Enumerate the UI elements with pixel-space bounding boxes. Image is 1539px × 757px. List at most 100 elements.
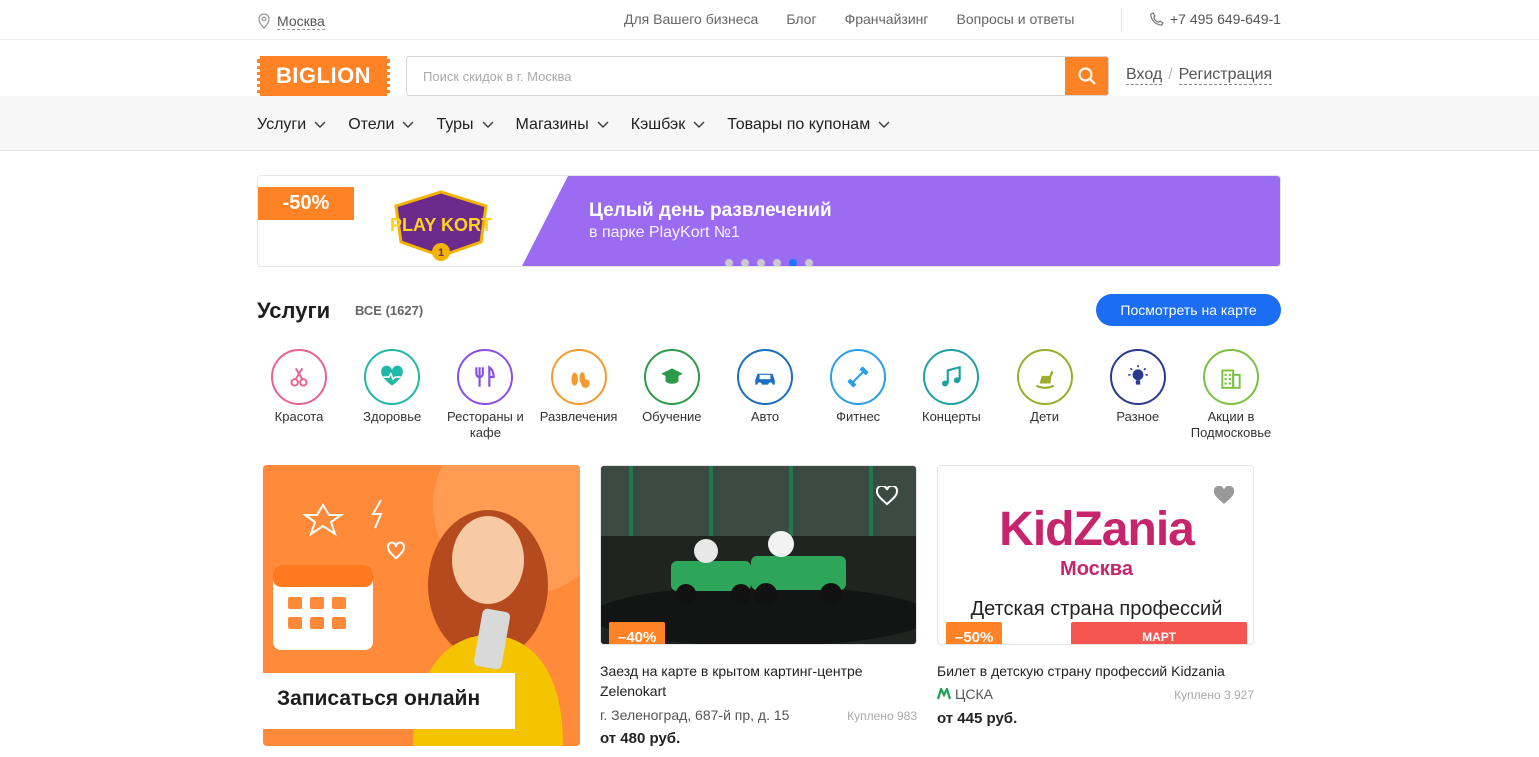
category-circle[interactable]	[1203, 349, 1259, 405]
deal-title[interactable]: Билет в детскую страну профессий Kidzani…	[937, 661, 1254, 681]
banner-subtitle: в парке PlayKort №1	[589, 224, 740, 241]
banner-dot[interactable]	[805, 259, 813, 266]
category-item[interactable]: Акции в Подмосковье	[1184, 349, 1278, 441]
top-link-faq[interactable]: Вопросы и ответы	[957, 11, 1075, 27]
top-link-franchise[interactable]: Франчайзинг	[845, 11, 929, 27]
banner-dot[interactable]	[725, 259, 733, 266]
category-label: Рестораны и кафе	[447, 409, 524, 440]
nav-item-hotels[interactable]: Отели	[348, 116, 414, 134]
category-item[interactable]: Концерты	[904, 349, 998, 425]
nav-item-cashback[interactable]: Кэшбэк	[631, 116, 705, 134]
category-circle[interactable]	[457, 349, 514, 405]
banner-discount-badge: -50%	[258, 187, 354, 220]
dumbbell-icon	[847, 366, 869, 388]
category-circle[interactable]	[364, 349, 421, 405]
nav-item-services[interactable]: Услуги	[257, 116, 326, 134]
category-item[interactable]: Развлечения	[532, 349, 626, 425]
category-label: Обучение	[642, 409, 702, 424]
lightbulb-icon	[1128, 365, 1148, 385]
category-circle[interactable]	[830, 349, 887, 405]
category-circle[interactable]	[923, 349, 980, 405]
deal-image[interactable]: KidZania Москва Детская страна профессий…	[937, 465, 1254, 645]
search-icon	[1078, 67, 1096, 85]
deal-bought-count: Куплено 983	[847, 709, 917, 723]
category-item[interactable]: Рестораны и кафе	[438, 349, 532, 441]
nav-label: Магазины	[515, 116, 589, 133]
search-box	[406, 56, 1109, 96]
category-icons: Красота Здоровье Рестораны и кафе Развлечен…	[252, 349, 1292, 449]
discount-badge: –40%	[609, 622, 666, 644]
category-item[interactable]: Разное	[1091, 349, 1185, 425]
phone-icon	[1150, 12, 1164, 26]
header: BIGLION Вход / Регистрация	[0, 40, 1539, 96]
rocking-horse-icon	[1035, 370, 1054, 389]
category-item[interactable]: Авто	[718, 349, 812, 425]
building-icon	[1221, 369, 1241, 389]
metro-icon	[937, 688, 951, 700]
city-label[interactable]: Москва	[277, 13, 325, 30]
playkort-logo-text: PLAY KORT	[390, 215, 492, 235]
promo-banner[interactable]: -50% PLAY KORT 1 Целый день развлечений …	[257, 175, 1281, 267]
banner-dot[interactable]	[773, 259, 781, 266]
heart-pulse-icon	[381, 365, 404, 386]
month-tag: МАРТ	[1071, 622, 1247, 644]
favorite-heart-icon[interactable]	[876, 486, 898, 506]
category-nav: Услуги Отели Туры Магазины Кэшбэк Товары…	[0, 96, 1539, 151]
category-item[interactable]: Фитнес	[811, 349, 905, 425]
chevron-down-icon	[402, 121, 414, 129]
graduation-cap-icon	[660, 368, 683, 384]
music-note-icon	[942, 365, 962, 387]
nav-item-coupon-goods[interactable]: Товары по купонам	[727, 116, 890, 134]
category-item[interactable]: Обучение	[625, 349, 719, 425]
category-label: Авто	[750, 409, 780, 424]
top-link-business[interactable]: Для Вашего бизнеса	[624, 11, 758, 27]
phone-link[interactable]: +7 495 649-649-1	[1150, 11, 1281, 27]
deal-price: от 445 руб.	[937, 710, 1018, 727]
show-on-map-button[interactable]: Посмотреть на карте	[1096, 294, 1281, 326]
location-pin-icon	[258, 13, 270, 29]
city-selector[interactable]: Москва	[257, 11, 325, 31]
category-circle[interactable]	[737, 349, 793, 405]
category-item[interactable]: Дети	[998, 349, 1092, 425]
biglion-logo[interactable]: BIGLION	[257, 56, 390, 96]
top-links: Для Вашего бизнеса Блог Франчайзинг Вопр…	[624, 11, 1074, 27]
metro-station: ЦСКА	[955, 686, 993, 702]
nav-item-shops[interactable]: Магазины	[516, 116, 609, 134]
category-label: Дети	[1030, 409, 1059, 424]
bowling-icon	[571, 372, 590, 388]
favorite-heart-icon[interactable]	[1213, 486, 1235, 506]
chevron-down-icon	[693, 121, 705, 129]
section-title: Услуги	[257, 298, 331, 323]
search-input[interactable]	[407, 57, 1067, 95]
category-circle[interactable]	[643, 349, 700, 405]
category-label: Разное	[1116, 409, 1160, 424]
category-item[interactable]: Красота	[252, 349, 346, 425]
deal-image[interactable]: –40%	[600, 465, 917, 645]
banner-dot[interactable]	[789, 259, 797, 266]
banner-title: Целый день развлечений	[589, 200, 832, 221]
car-icon	[755, 373, 775, 387]
online-booking-promo[interactable]: Записаться онлайн	[263, 465, 580, 746]
chevron-down-icon	[314, 121, 326, 129]
deal-title[interactable]: Заезд на карте в крытом картинг-центре Z…	[600, 661, 917, 701]
category-circle[interactable]	[1016, 349, 1073, 405]
category-circle[interactable]	[271, 349, 327, 405]
top-link-blog[interactable]: Блог	[786, 11, 816, 27]
phone-number[interactable]: +7 495 649-649-1	[1170, 11, 1281, 27]
nav-label: Товары по купонам	[727, 116, 871, 133]
login-link[interactable]: Вход	[1126, 66, 1163, 85]
section-all-link[interactable]: ВСЕ (1627)	[355, 303, 423, 318]
playkort-logo: PLAY KORT 1	[390, 190, 492, 261]
scissors-icon	[290, 367, 308, 387]
deal-location: ЦСКА	[937, 686, 993, 702]
category-circle[interactable]	[550, 349, 607, 405]
register-link[interactable]: Регистрация	[1178, 66, 1273, 85]
chevron-down-icon	[482, 121, 494, 129]
search-button[interactable]	[1065, 57, 1108, 95]
banner-dot[interactable]	[757, 259, 765, 266]
banner-dot[interactable]	[741, 259, 749, 266]
deal-location: г. Зеленоград, 687-й пр, д. 15	[600, 707, 790, 723]
category-item[interactable]: Здоровье	[345, 349, 439, 425]
nav-item-tours[interactable]: Туры	[436, 116, 494, 134]
category-circle[interactable]	[1109, 349, 1166, 405]
